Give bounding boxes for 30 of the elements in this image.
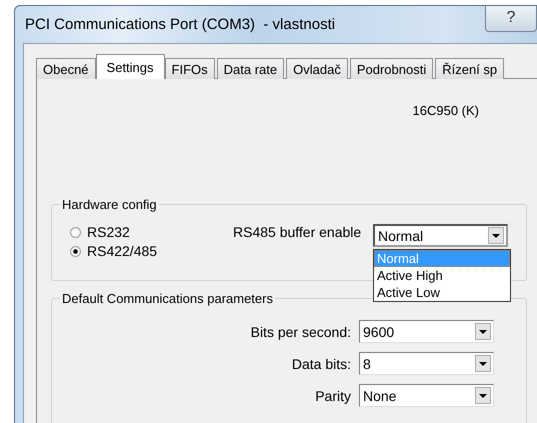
tab[interactable]: Obecné xyxy=(36,58,96,79)
dropdown-field[interactable]: 9600 xyxy=(359,320,494,343)
caret-icon[interactable] xyxy=(475,355,491,372)
field-label: Data bits: xyxy=(292,356,351,372)
dropdown-option[interactable]: Active High xyxy=(374,267,510,284)
dropdown-field[interactable]: 8 xyxy=(359,352,494,375)
dropdown-option[interactable]: Active Low xyxy=(374,284,510,301)
radio-option[interactable]: RS422/485 xyxy=(70,243,233,259)
tab[interactable]: Řízení sp xyxy=(435,58,504,79)
group-title: Default Communications parameters xyxy=(61,291,274,306)
device-name: 16C950 (K) xyxy=(412,103,479,119)
field-label: RS485 buffer enable xyxy=(233,224,362,240)
radio-icon[interactable] xyxy=(70,226,81,238)
tab[interactable]: Ovladač xyxy=(286,58,348,79)
tab[interactable]: Settings xyxy=(96,54,165,79)
tab[interactable]: FIFOs xyxy=(164,58,215,79)
caret-icon[interactable] xyxy=(488,227,504,244)
help-button[interactable]: ? xyxy=(485,6,537,32)
tab[interactable]: Data rate xyxy=(216,58,284,79)
radio-option[interactable]: RS232 xyxy=(70,224,233,240)
caret-icon[interactable] xyxy=(475,387,491,404)
radio-icon[interactable] xyxy=(70,246,81,256)
caret-icon[interactable] xyxy=(475,323,491,340)
field-label: Bits per second: xyxy=(250,324,351,340)
group-title: Hardware config xyxy=(61,197,158,212)
tab[interactable]: Podrobnosti xyxy=(350,58,434,79)
dropdown-field[interactable]: None xyxy=(359,384,494,407)
window-title: PCI Communications Port (COM3) - vlastnosti xyxy=(24,16,336,33)
field-label: Parity xyxy=(315,388,351,404)
dropdown-field[interactable]: Normal xyxy=(373,224,508,247)
